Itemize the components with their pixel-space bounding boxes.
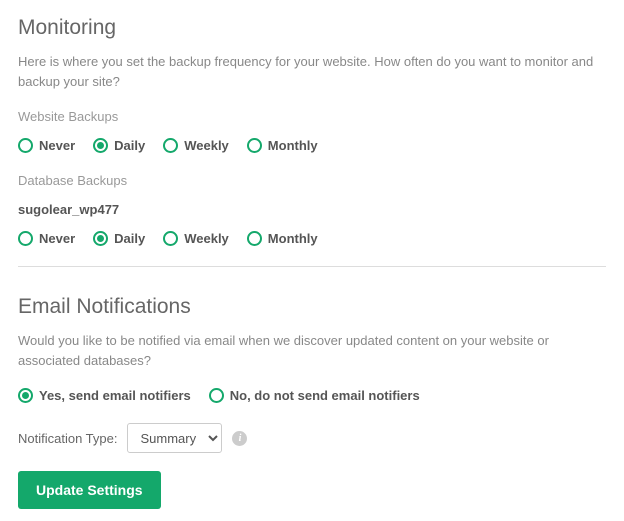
database-name: sugolear_wp477 (18, 202, 606, 217)
radio-label: Monthly (268, 138, 318, 153)
email-heading: Email Notifications (18, 295, 606, 319)
website-backup-never[interactable]: Never (18, 138, 75, 153)
radio-label: Yes, send email notifiers (39, 388, 191, 403)
website-backup-weekly[interactable]: Weekly (163, 138, 229, 153)
database-backups-radio-group: Never Daily Weekly Monthly (18, 231, 606, 246)
website-backup-daily[interactable]: Daily (93, 138, 145, 153)
radio-label: No, do not send email notifiers (230, 388, 420, 403)
radio-icon (18, 231, 33, 246)
radio-icon (247, 138, 262, 153)
database-backup-weekly[interactable]: Weekly (163, 231, 229, 246)
radio-label: Weekly (184, 231, 229, 246)
radio-icon (163, 231, 178, 246)
monitoring-description: Here is where you set the backup frequen… (18, 52, 606, 91)
website-backups-radio-group: Never Daily Weekly Monthly (18, 138, 606, 153)
radio-label: Weekly (184, 138, 229, 153)
radio-icon (209, 388, 224, 403)
email-notify-no[interactable]: No, do not send email notifiers (209, 388, 420, 403)
radio-icon (18, 138, 33, 153)
info-icon[interactable]: i (232, 431, 247, 446)
database-backups-label: Database Backups (18, 173, 606, 188)
radio-icon (247, 231, 262, 246)
radio-icon (93, 138, 108, 153)
radio-label: Monthly (268, 231, 318, 246)
website-backups-label: Website Backups (18, 109, 606, 124)
radio-label: Never (39, 231, 75, 246)
notification-type-row: Notification Type: Summary i (18, 423, 606, 453)
radio-icon (93, 231, 108, 246)
database-backup-daily[interactable]: Daily (93, 231, 145, 246)
notification-type-label: Notification Type: (18, 431, 117, 446)
radio-label: Never (39, 138, 75, 153)
radio-label: Daily (114, 231, 145, 246)
website-backup-monthly[interactable]: Monthly (247, 138, 318, 153)
email-notify-yes[interactable]: Yes, send email notifiers (18, 388, 191, 403)
database-backup-monthly[interactable]: Monthly (247, 231, 318, 246)
update-settings-button[interactable]: Update Settings (18, 471, 161, 509)
monitoring-heading: Monitoring (18, 16, 606, 40)
radio-icon (18, 388, 33, 403)
email-notify-radio-group: Yes, send email notifiers No, do not sen… (18, 388, 606, 403)
radio-label: Daily (114, 138, 145, 153)
radio-icon (163, 138, 178, 153)
section-divider (18, 266, 606, 267)
database-backup-never[interactable]: Never (18, 231, 75, 246)
email-description: Would you like to be notified via email … (18, 331, 606, 370)
notification-type-select[interactable]: Summary (127, 423, 222, 453)
